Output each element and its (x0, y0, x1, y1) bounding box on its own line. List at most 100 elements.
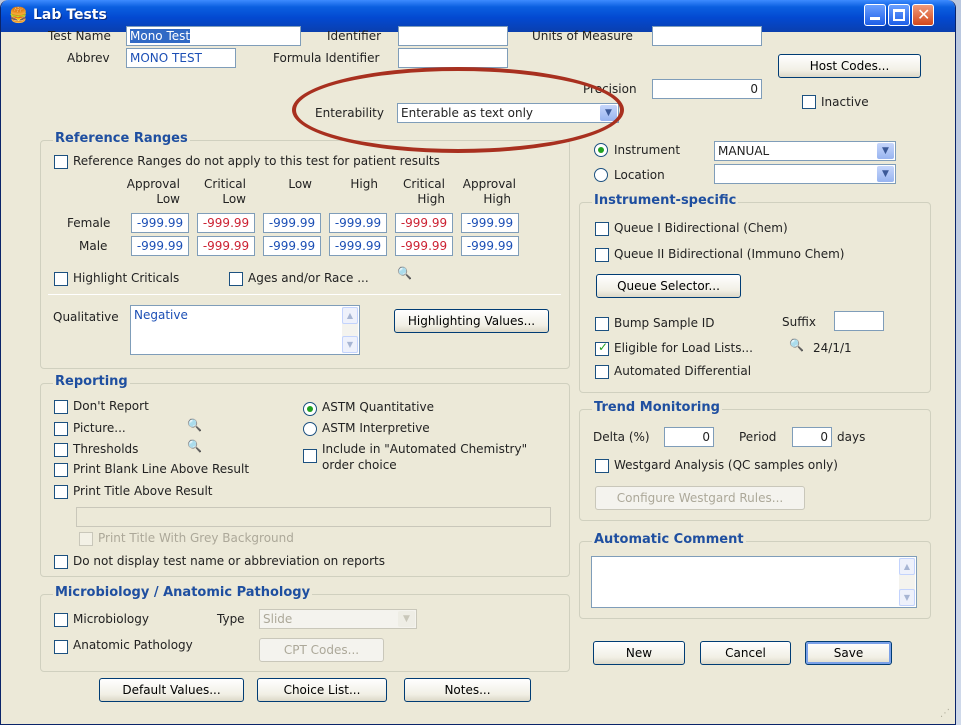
queue-selector-button[interactable]: Queue Selector... (596, 274, 741, 298)
scroll-down-icon[interactable]: ▼ (342, 336, 358, 353)
report-title-field[interactable] (76, 507, 551, 527)
no-display-checkbox[interactable] (54, 555, 68, 569)
abbrev-label: Abbrev (67, 51, 110, 65)
trend-monitoring-title: Trend Monitoring (592, 400, 722, 415)
resize-grip-icon[interactable]: ⋰ (940, 708, 950, 719)
comment-scroll-up-icon[interactable]: ▲ (899, 558, 915, 575)
picture-magnifier-icon[interactable]: 🔍 (187, 418, 202, 432)
type-chevron-icon: ▼ (398, 611, 415, 627)
bump-sample-checkbox[interactable] (595, 317, 609, 331)
header-approval-high-1: Approval (462, 177, 516, 191)
female-approval-high[interactable]: -999.99 (461, 213, 519, 233)
header-critical-high-2: High (417, 192, 445, 206)
new-button[interactable]: New (593, 641, 685, 665)
host-codes-button[interactable]: Host Codes... (778, 54, 921, 78)
astm-interpretive-radio[interactable] (303, 422, 317, 436)
units-field[interactable] (652, 26, 762, 46)
automatic-comment-field[interactable]: ▲ ▼ (591, 556, 917, 608)
save-button[interactable]: Save (805, 641, 892, 665)
type-select[interactable]: Slide ▼ (259, 609, 417, 629)
automated-chemistry-checkbox[interactable] (303, 449, 317, 463)
dont-report-label: Don't Report (73, 399, 149, 413)
dont-report-checkbox[interactable] (54, 400, 68, 414)
test-name-field[interactable]: Mono Test (126, 26, 301, 46)
anatomic-pathology-checkbox[interactable] (54, 640, 68, 654)
automated-differential-label: Automated Differential (614, 364, 752, 378)
choice-list-button[interactable]: Choice List... (257, 678, 387, 702)
suffix-label: Suffix (782, 315, 816, 329)
delta-field[interactable]: 0 (664, 427, 714, 447)
queue2-checkbox[interactable] (595, 248, 609, 262)
queue1-checkbox[interactable] (595, 222, 609, 236)
female-high[interactable]: -999.99 (329, 213, 387, 233)
units-label: Units of Measure (532, 29, 633, 43)
blank-line-checkbox[interactable] (54, 463, 68, 477)
inactive-label: Inactive (821, 95, 869, 109)
instrument-select[interactable]: MANUAL ▼ (714, 141, 896, 161)
maximize-button[interactable] (888, 4, 910, 26)
qualitative-field[interactable]: Negative ▲ ▼ (130, 305, 360, 355)
load-lists-magnifier-icon[interactable]: 🔍 (789, 338, 804, 352)
default-values-button[interactable]: Default Values... (99, 678, 244, 702)
cancel-button[interactable]: Cancel (700, 641, 791, 665)
male-critical-high[interactable]: -999.99 (395, 236, 453, 256)
male-approval-low[interactable]: -999.99 (131, 236, 189, 256)
instrument-radio[interactable] (594, 143, 608, 157)
configure-westgard-button[interactable]: Configure Westgard Rules... (595, 486, 805, 510)
title-above-label: Print Title Above Result (73, 484, 213, 498)
highlighting-values-button[interactable]: Highlighting Values... (394, 309, 549, 333)
male-low[interactable]: -999.99 (263, 236, 321, 256)
suffix-field[interactable] (834, 311, 884, 331)
precision-field[interactable]: 0 (652, 79, 762, 99)
grey-background-checkbox[interactable] (79, 532, 93, 546)
automated-differential-checkbox[interactable] (595, 365, 609, 379)
thresholds-magnifier-icon[interactable]: 🔍 (187, 439, 202, 453)
notes-button[interactable]: Notes... (404, 678, 531, 702)
female-critical-low[interactable]: -999.99 (197, 213, 255, 233)
ages-race-checkbox[interactable] (229, 272, 243, 286)
qualitative-value: Negative (134, 308, 188, 322)
header-approval-low-2: Low (156, 192, 180, 206)
female-low[interactable]: -999.99 (263, 213, 321, 233)
ranges-not-apply-checkbox[interactable] (54, 155, 68, 169)
male-high[interactable]: -999.99 (329, 236, 387, 256)
thresholds-checkbox[interactable] (54, 443, 68, 457)
inactive-checkbox[interactable] (802, 95, 816, 109)
female-critical-high[interactable]: -999.99 (395, 213, 453, 233)
scrollbar[interactable]: ▲ ▼ (342, 307, 358, 353)
window-title: Lab Tests (33, 7, 107, 23)
male-critical-low[interactable]: -999.99 (197, 236, 255, 256)
female-approval-low[interactable]: -999.99 (131, 213, 189, 233)
header-critical-low-1: Critical (204, 177, 246, 191)
comment-scrollbar[interactable]: ▲ ▼ (899, 558, 915, 606)
location-select[interactable]: ▼ (714, 164, 896, 184)
close-button[interactable]: ✕ (912, 4, 934, 26)
abbrev-field[interactable]: MONO TEST (126, 48, 236, 68)
title-above-checkbox[interactable] (54, 485, 68, 499)
minimize-button[interactable] (864, 4, 886, 26)
location-radio[interactable] (594, 168, 608, 182)
comment-scroll-down-icon[interactable]: ▼ (899, 589, 915, 606)
westgard-checkbox[interactable] (595, 459, 609, 473)
period-field[interactable]: 0 (792, 427, 832, 447)
astm-quantitative-label: ASTM Quantitative (322, 400, 434, 414)
identifier-label: Identifier (327, 29, 382, 43)
astm-quantitative-radio[interactable] (303, 402, 317, 416)
reporting-title: Reporting (53, 374, 130, 389)
male-approval-high[interactable]: -999.99 (461, 236, 519, 256)
picture-checkbox[interactable] (54, 422, 68, 436)
astm-interpretive-label: ASTM Interpretive (322, 421, 430, 435)
identifier-field[interactable] (398, 26, 508, 46)
header-critical-high-1: Critical (403, 177, 445, 191)
period-label: Period (739, 430, 777, 444)
instrument-chevron-icon: ▼ (877, 143, 894, 159)
ranges-not-apply-label: Reference Ranges do not apply to this te… (73, 154, 440, 168)
eligible-load-lists-checkbox[interactable]: ✓ (595, 340, 609, 356)
formula-identifier-field[interactable] (398, 48, 508, 68)
magnifier-icon[interactable]: 🔍 (397, 266, 412, 280)
microbiology-checkbox[interactable] (54, 613, 68, 627)
scroll-up-icon[interactable]: ▲ (342, 307, 358, 324)
picture-label: Picture... (73, 421, 126, 435)
cpt-codes-button[interactable]: CPT Codes... (259, 638, 384, 662)
highlight-criticals-checkbox[interactable] (54, 272, 68, 286)
